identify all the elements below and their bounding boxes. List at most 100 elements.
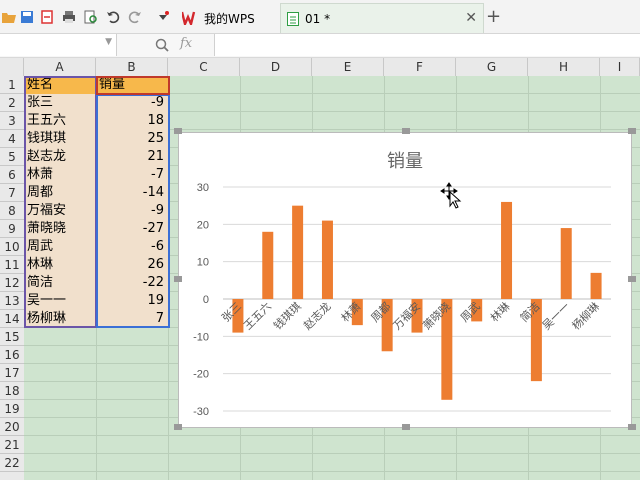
formula-input[interactable] bbox=[214, 34, 640, 56]
cell-name[interactable]: 林琳 bbox=[24, 256, 96, 274]
resize-handle[interactable] bbox=[174, 128, 182, 134]
cell-sales[interactable]: 25 bbox=[96, 130, 168, 148]
cell-name[interactable]: 周武 bbox=[24, 238, 96, 256]
row-header[interactable]: 13 bbox=[0, 292, 24, 310]
cell-sales[interactable]: 7 bbox=[96, 310, 168, 328]
spreadsheet-file-icon bbox=[287, 11, 299, 26]
x-tick-label: 吴一一 bbox=[540, 300, 573, 333]
cell-sales[interactable]: -6 bbox=[96, 238, 168, 256]
formula-bar: ▼ fx bbox=[0, 34, 640, 58]
x-tick-label: 钱琪琪 bbox=[271, 299, 304, 332]
cell-sales[interactable]: -22 bbox=[96, 274, 168, 292]
resize-handle[interactable] bbox=[402, 424, 410, 430]
row-header[interactable]: 12 bbox=[0, 274, 24, 292]
cell-name[interactable]: 周都 bbox=[24, 184, 96, 202]
select-all-corner[interactable] bbox=[0, 58, 24, 76]
resize-handle[interactable] bbox=[174, 424, 182, 430]
cell-name[interactable]: 万福安 bbox=[24, 202, 96, 220]
row-header[interactable]: 11 bbox=[0, 256, 24, 274]
row-header[interactable]: 2 bbox=[0, 94, 24, 112]
folder-open-icon[interactable] bbox=[2, 10, 16, 24]
cell-name[interactable]: 林萧 bbox=[24, 166, 96, 184]
y-tick-label: 30 bbox=[197, 182, 209, 194]
tab-label: 01 * bbox=[305, 11, 331, 26]
row-header[interactable]: 1 bbox=[0, 76, 24, 94]
print-preview-icon[interactable] bbox=[84, 10, 98, 24]
cell-name[interactable]: 萧晓晓 bbox=[24, 220, 96, 238]
row-header[interactable]: 20 bbox=[0, 418, 24, 436]
tab-document[interactable]: 01 * ✕ bbox=[280, 3, 484, 33]
cell-sales[interactable]: -27 bbox=[96, 220, 168, 238]
row-header[interactable]: 14 bbox=[0, 310, 24, 328]
row-header[interactable]: 7 bbox=[0, 184, 24, 202]
column-header[interactable]: E bbox=[312, 58, 384, 76]
zoom-icon[interactable] bbox=[155, 38, 169, 52]
row-headers: 1 2 3 4 5 6 7 8 9 10 11 12 13 14 15 16 17 18 19 20 21 22 bbox=[0, 76, 25, 480]
print-icon[interactable] bbox=[62, 10, 76, 24]
export-pdf-icon[interactable] bbox=[40, 10, 54, 24]
row-header[interactable]: 18 bbox=[0, 382, 24, 400]
redo-icon[interactable] bbox=[128, 10, 142, 24]
cell-sales[interactable]: 18 bbox=[96, 112, 168, 130]
cell-name[interactable]: 吴一一 bbox=[24, 292, 96, 310]
cell-name[interactable]: 杨柳琳 bbox=[24, 310, 96, 328]
row-header[interactable]: 10 bbox=[0, 238, 24, 256]
row-header[interactable]: 16 bbox=[0, 346, 24, 364]
cell-sales[interactable]: -14 bbox=[96, 184, 168, 202]
header-cell-name[interactable]: 姓名 bbox=[24, 76, 96, 94]
new-tab-icon[interactable]: + bbox=[486, 6, 501, 27]
title-bar: 我的WPS 01 * ✕ + bbox=[0, 0, 640, 34]
cell-sales[interactable]: -9 bbox=[96, 202, 168, 220]
column-header[interactable]: I bbox=[600, 58, 640, 76]
close-tab-icon[interactable]: ✕ bbox=[465, 10, 477, 26]
name-box[interactable]: ▼ bbox=[0, 34, 117, 56]
column-header[interactable]: H bbox=[528, 58, 600, 76]
chart-plot: 3020100-10-20-30张三王五六钱琪琪赵志龙 林萧 周都万福安萧晓晓 周武林… bbox=[193, 182, 611, 418]
bar bbox=[501, 201, 513, 299]
column-header[interactable]: A bbox=[24, 58, 96, 76]
tab-my-wps[interactable]: 我的WPS bbox=[176, 3, 280, 33]
bar-chart[interactable]: 销量 30 20 10 0 -10 -20 -30 张三 王五六 钱琪琪 赵志龙 林萧 周都 万福安 萧晓晓… bbox=[178, 132, 632, 428]
bar bbox=[560, 228, 572, 299]
resize-handle[interactable] bbox=[174, 276, 182, 282]
cell-sales[interactable]: -9 bbox=[96, 94, 168, 112]
row-header[interactable]: 17 bbox=[0, 364, 24, 382]
header-cell-sales[interactable]: 销量 bbox=[96, 76, 168, 94]
chevron-down-icon[interactable]: ▼ bbox=[105, 37, 112, 47]
cell-name[interactable]: 赵志龙 bbox=[24, 148, 96, 166]
row-header[interactable]: 5 bbox=[0, 148, 24, 166]
tab-label: 我的WPS bbox=[204, 11, 255, 26]
column-header[interactable]: G bbox=[456, 58, 528, 76]
cell-name[interactable]: 钱琪琪 bbox=[24, 130, 96, 148]
move-cursor-icon bbox=[440, 182, 462, 209]
resize-handle[interactable] bbox=[628, 424, 636, 430]
row-header[interactable]: 19 bbox=[0, 400, 24, 418]
row-header[interactable]: 22 bbox=[0, 454, 24, 472]
cell-sales[interactable]: 21 bbox=[96, 148, 168, 166]
cell-name[interactable]: 张三 bbox=[24, 94, 96, 112]
column-header[interactable]: B bbox=[96, 58, 168, 76]
resize-handle[interactable] bbox=[402, 128, 410, 134]
function-icon[interactable]: fx bbox=[180, 36, 192, 51]
save-icon[interactable] bbox=[20, 10, 34, 24]
undo-icon[interactable] bbox=[106, 10, 120, 24]
row-header[interactable]: 4 bbox=[0, 130, 24, 148]
cell-sales[interactable]: -7 bbox=[96, 166, 168, 184]
row-header[interactable]: 6 bbox=[0, 166, 24, 184]
row-header[interactable]: 3 bbox=[0, 112, 24, 130]
column-header[interactable]: F bbox=[384, 58, 456, 76]
resize-handle[interactable] bbox=[628, 128, 636, 134]
bar bbox=[262, 231, 274, 299]
cell-sales[interactable]: 19 bbox=[96, 292, 168, 310]
column-header[interactable]: D bbox=[240, 58, 312, 76]
row-header[interactable]: 21 bbox=[0, 436, 24, 454]
cell-name[interactable]: 简洁 bbox=[24, 274, 96, 292]
column-header[interactable]: C bbox=[168, 58, 240, 76]
row-header[interactable]: 9 bbox=[0, 220, 24, 238]
resize-handle[interactable] bbox=[628, 276, 636, 282]
row-header[interactable]: 15 bbox=[0, 328, 24, 346]
cell-name[interactable]: 王五六 bbox=[24, 112, 96, 130]
row-header[interactable]: 8 bbox=[0, 202, 24, 220]
more-icon[interactable] bbox=[156, 10, 170, 24]
cell-sales[interactable]: 26 bbox=[96, 256, 168, 274]
